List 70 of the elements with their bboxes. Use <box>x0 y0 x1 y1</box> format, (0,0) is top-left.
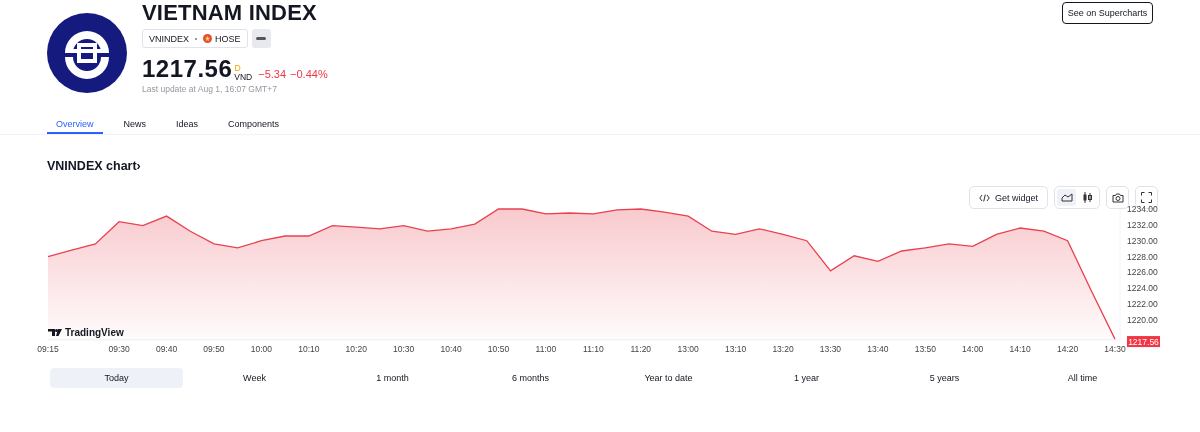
flag-icon <box>203 34 212 43</box>
price-change: −5.34 <box>258 67 287 81</box>
more-button[interactable] <box>251 29 271 48</box>
currency-symbol: D <box>234 64 242 72</box>
x-axis-label: 10:00 <box>250 344 273 354</box>
nav-tab[interactable]: Ideas <box>167 115 208 134</box>
x-axis-label: 13:20 <box>772 344 794 354</box>
price-tag: 1217.56 <box>1127 336 1160 348</box>
snapshot-button[interactable] <box>1106 186 1129 209</box>
x-axis-label: 14:20 <box>1056 344 1079 354</box>
currency-code: VND <box>234 73 253 81</box>
index-title: VIETNAM INDEX <box>142 0 318 25</box>
nav-tab[interactable]: News <box>114 115 156 134</box>
y-axis-label: 1222.00 <box>1127 299 1158 310</box>
nav-tab[interactable]: Overview <box>47 115 103 134</box>
supercharts-button[interactable]: See on Supercharts <box>1062 2 1153 24</box>
symbol-chip[interactable]: VNINDEX HOSE <box>142 29 248 48</box>
tradingview-text: TradingView <box>65 327 124 338</box>
logo-icon <box>47 13 127 93</box>
get-widget-button[interactable]: Get widget <box>968 186 1048 209</box>
y-axis-label: 1234.00 <box>1127 204 1158 214</box>
x-axis-label: 14:30 <box>1104 344 1126 354</box>
area-chart-icon <box>1060 193 1073 202</box>
x-axis-label: 10:50 <box>487 344 510 354</box>
range-tab[interactable]: All time <box>1016 368 1149 388</box>
y-axis-label: 1230.00 <box>1127 235 1158 246</box>
x-axis-label: 10:30 <box>393 344 415 354</box>
y-axis-label: 1232.00 <box>1127 219 1158 230</box>
y-axis-label: 1228.00 <box>1127 251 1158 262</box>
x-axis-label: 10:10 <box>298 344 320 354</box>
x-axis-label: 11:20 <box>630 344 652 354</box>
range-tab[interactable]: 1 year <box>740 368 873 388</box>
x-axis-label: 13:00 <box>677 344 699 354</box>
exchange-label: HOSE <box>215 33 241 44</box>
y-axis-label: 1224.00 <box>1127 283 1158 294</box>
candles-icon <box>1083 192 1092 203</box>
range-tab[interactable]: 1 month <box>326 368 459 388</box>
camera-icon <box>1111 192 1124 203</box>
dash-icon <box>256 36 267 41</box>
x-axis-label: 11:00 <box>535 344 557 354</box>
range-tab[interactable]: 5 years <box>878 368 1011 388</box>
range-tab[interactable]: Week <box>188 368 321 388</box>
range-tab[interactable]: 6 months <box>464 368 597 388</box>
tradingview-logo-icon <box>48 329 62 336</box>
x-axis-label: 13:30 <box>819 344 842 354</box>
symbol-label: VNINDEX <box>149 33 189 44</box>
range-tab[interactable]: Today <box>50 368 183 388</box>
x-axis-label: 09:30 <box>108 344 130 354</box>
code-icon <box>978 193 990 202</box>
last-update-text: Last update at Aug 1, 16:07 GMT+7 <box>142 84 278 94</box>
x-axis-label: 13:10 <box>725 344 747 354</box>
chart-heading[interactable]: VNINDEX chart› <box>47 158 1200 174</box>
x-axis-label: 09:50 <box>203 344 225 354</box>
x-axis-label: 09:15 <box>37 344 59 354</box>
x-axis-label: 14:10 <box>1009 344 1031 354</box>
chart-style-button[interactable] <box>1057 189 1076 206</box>
percent-change: −0.44% <box>290 67 328 81</box>
x-axis-label: 14:00 <box>962 344 984 354</box>
x-axis-label: 13:40 <box>867 344 889 354</box>
x-axis-label: 09:40 <box>155 344 178 354</box>
x-axis-label: 10:40 <box>440 344 462 354</box>
nav-tab[interactable]: Components <box>219 115 289 134</box>
y-axis-label: 1220.00 <box>1127 315 1158 325</box>
range-tab[interactable]: Year to date <box>602 368 735 388</box>
y-axis-label: 1226.00 <box>1127 267 1158 278</box>
price-value: 1217.56 <box>142 57 233 81</box>
x-axis-label: 10:20 <box>345 344 367 354</box>
x-axis-label: 13:50 <box>914 344 936 354</box>
x-axis-label: 11:10 <box>583 344 604 354</box>
fullscreen-icon <box>1141 192 1152 203</box>
